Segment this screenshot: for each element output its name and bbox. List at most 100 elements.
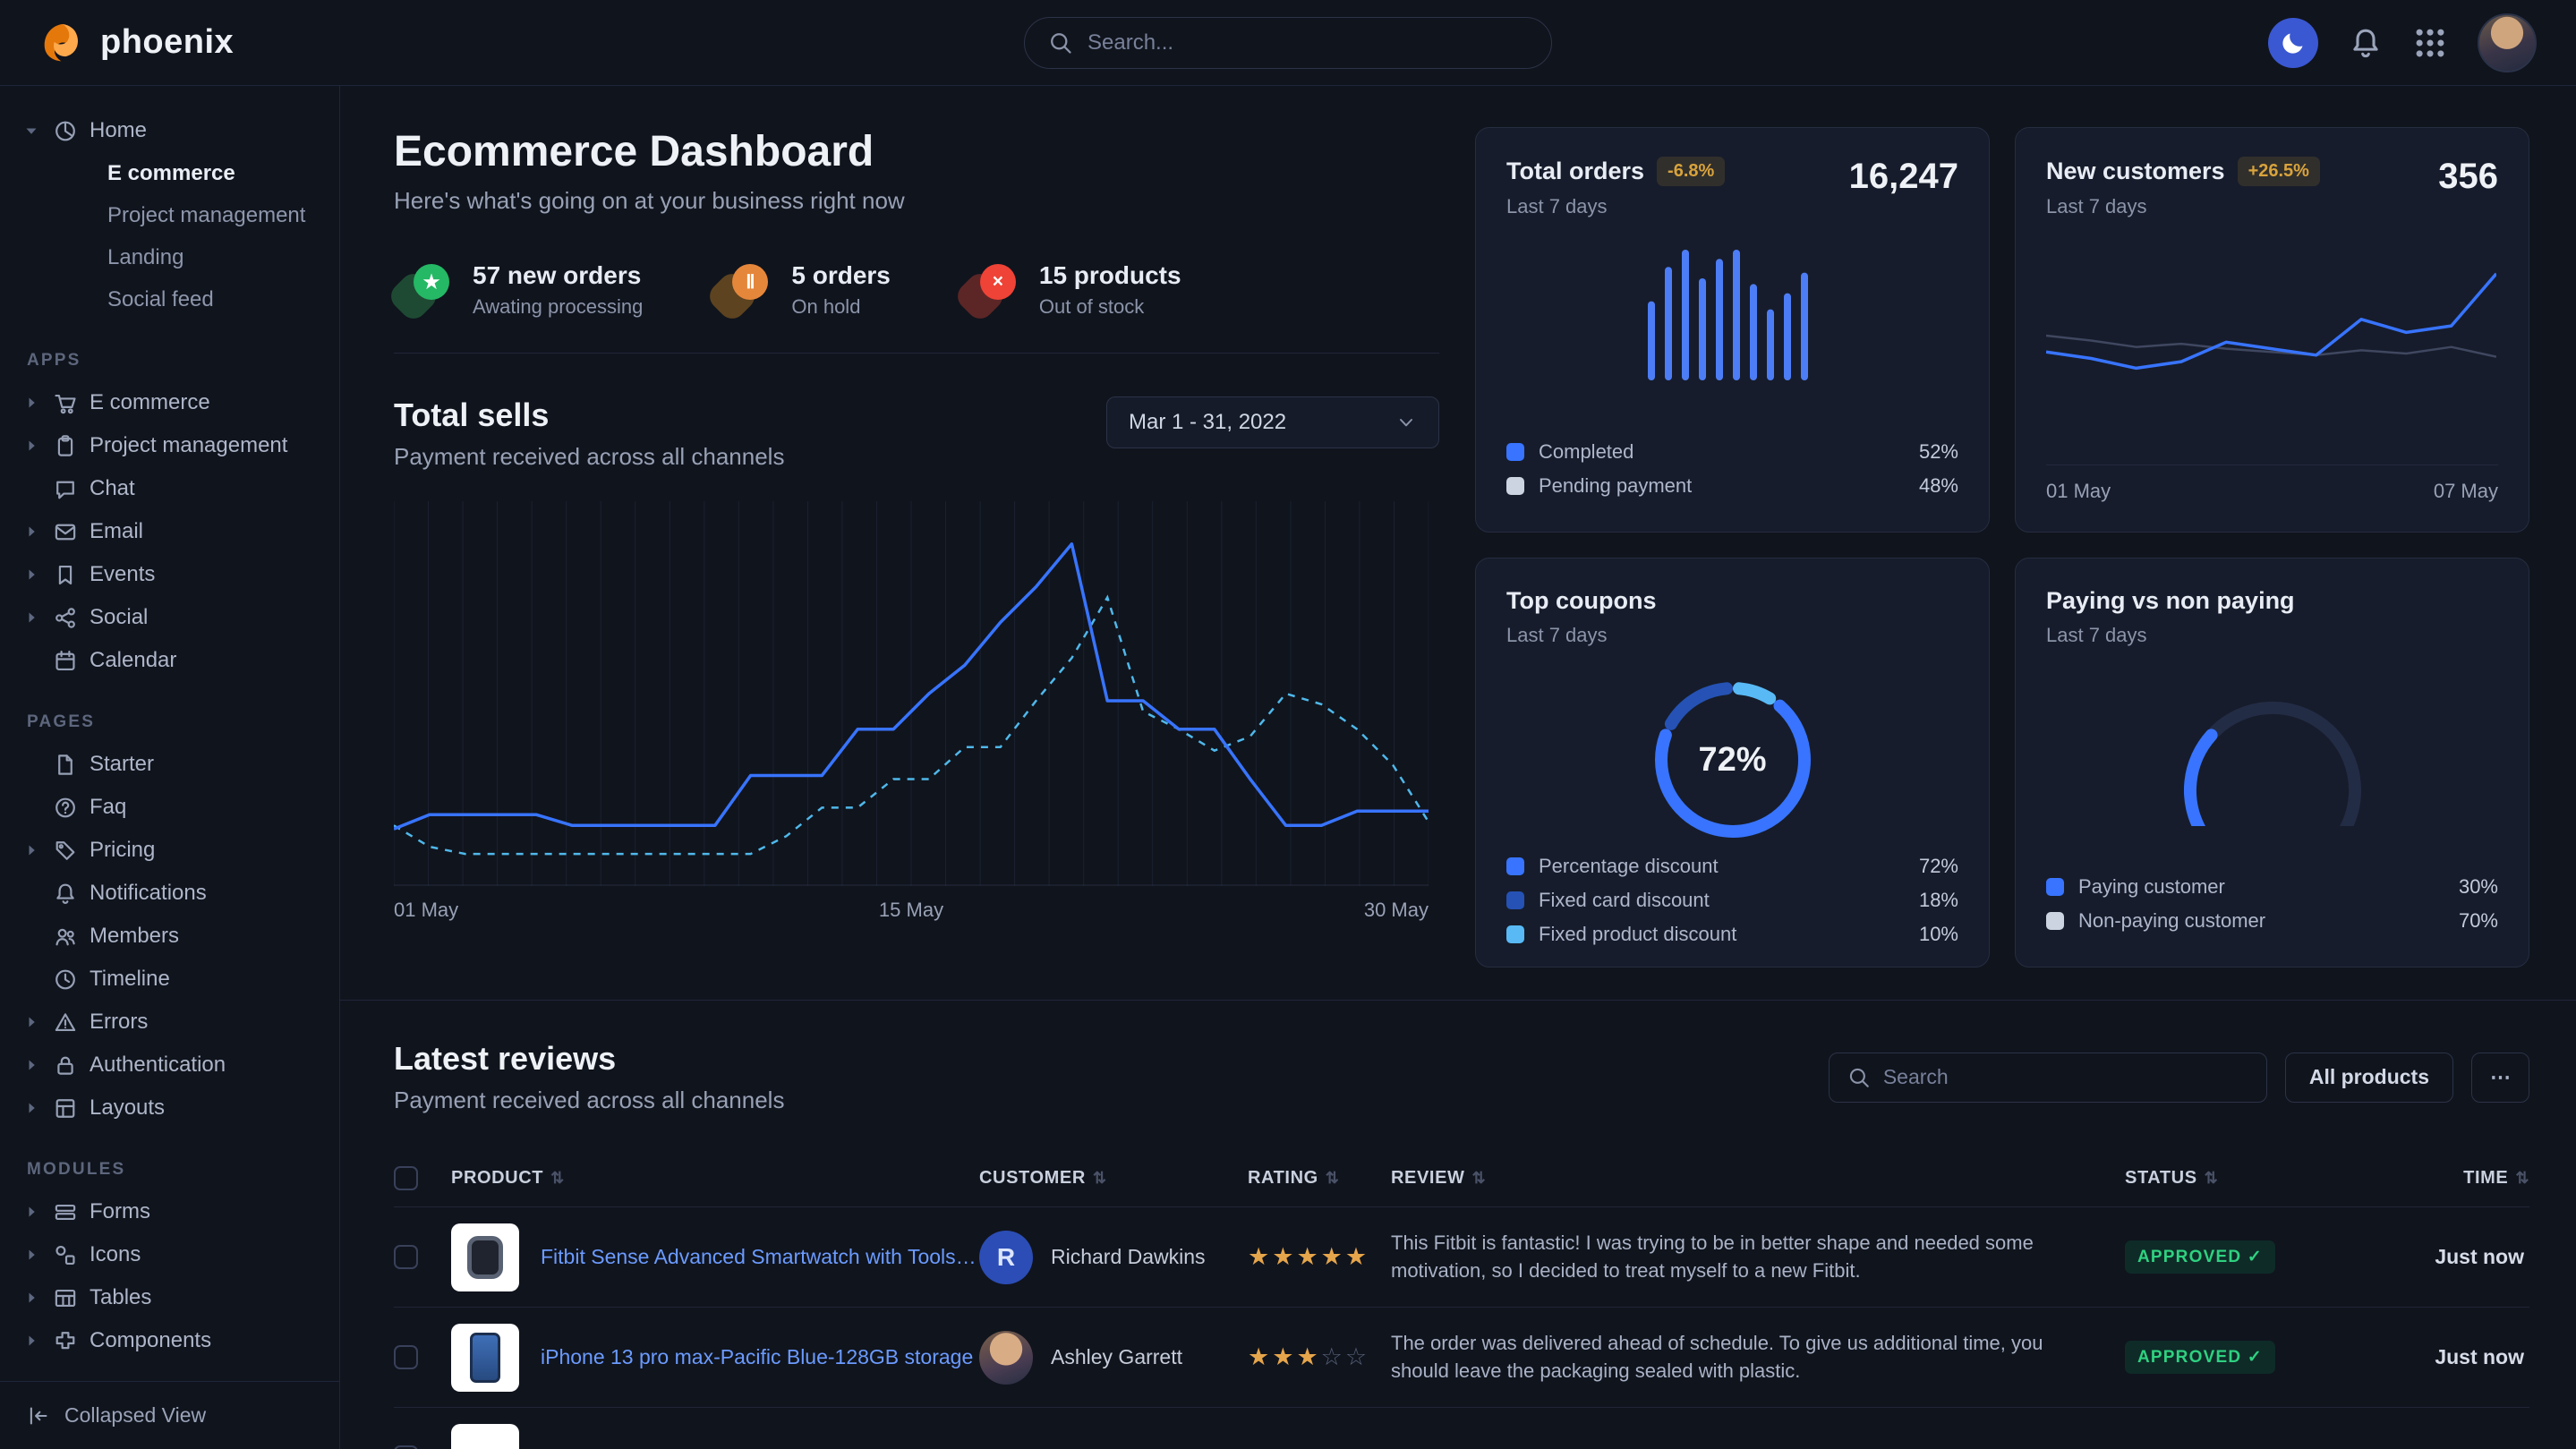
share-icon xyxy=(52,606,79,630)
total-sells-subtitle: Payment received across all channels xyxy=(394,443,784,471)
legend-value: 48% xyxy=(1919,474,1958,498)
row-checkbox[interactable] xyxy=(394,1345,418,1369)
reviews-table-body: Fitbit Sense Advanced Smartwatch with To… xyxy=(394,1207,2529,1449)
paying-vs-nonpaying-card: Paying vs non paying Last 7 days Paying … xyxy=(2015,558,2529,967)
sidebar-item-components[interactable]: Components xyxy=(21,1319,318,1362)
global-search[interactable] xyxy=(1024,17,1552,69)
reviews-title: Latest reviews xyxy=(394,1040,784,1078)
sidebar: HomeE commerceProject managementLandingS… xyxy=(0,86,340,1449)
sidebar-item-label: Email xyxy=(90,519,143,544)
on-hold-pause-icon: Ⅱ xyxy=(712,264,768,316)
review-time: Just now xyxy=(2344,1245,2529,1269)
sidebar-item-project-management[interactable]: Project management xyxy=(21,424,318,467)
chevron-down-icon xyxy=(1395,412,1417,433)
sidebar-item-timeline[interactable]: Timeline xyxy=(21,958,318,1001)
sidebar-item-authentication[interactable]: Authentication xyxy=(21,1044,318,1087)
stat-subtitle: On hold xyxy=(791,295,891,319)
sidebar-item-email[interactable]: Email xyxy=(21,510,318,553)
legend-item: Fixed card discount18% xyxy=(1506,883,1958,917)
row-checkbox[interactable] xyxy=(394,1245,418,1269)
caret-spacer xyxy=(21,755,41,773)
notifications-button[interactable] xyxy=(2349,26,2383,60)
select-all-checkbox[interactable] xyxy=(394,1166,418,1190)
sidebar-item-forms[interactable]: Forms xyxy=(21,1190,318,1233)
all-products-button[interactable]: All products xyxy=(2285,1053,2453,1103)
legend-value: 18% xyxy=(1919,889,1958,912)
out-of-stock-x-icon: × xyxy=(960,264,1016,316)
theme-toggle-button[interactable] xyxy=(2268,18,2318,68)
sidebar-subitem-project-management[interactable]: Project management xyxy=(21,194,318,236)
global-search-input[interactable] xyxy=(1088,30,1528,55)
top-coupons-card: Top coupons Last 7 days 72% Percentage d… xyxy=(1475,558,1990,967)
sidebar-item-starter[interactable]: Starter xyxy=(21,743,318,786)
sidebar-item-label: E commerce xyxy=(90,390,210,415)
sidebar-item-e-commerce[interactable]: E commerce xyxy=(21,381,318,424)
top-navbar: phoenix xyxy=(0,0,2576,86)
sidebar-item-label: Timeline xyxy=(90,967,170,992)
column-header-customer[interactable]: CUSTOMER⇅ xyxy=(979,1168,1248,1189)
date-range-select[interactable]: Mar 1 - 31, 2022 xyxy=(1106,396,1439,448)
sidebar-item-calendar[interactable]: Calendar xyxy=(21,639,318,682)
more-options-button[interactable]: ⋯ xyxy=(2471,1053,2529,1103)
stats-row: ★ 57 new orders Awating processing Ⅱ 5 o… xyxy=(394,261,1439,319)
legend-item: Completed52% xyxy=(1506,435,1958,469)
sidebar-subitem-landing[interactable]: Landing xyxy=(21,236,318,278)
product-link[interactable]: Fitbit Sense Advanced Smartwatch with To… xyxy=(541,1245,979,1269)
column-header-rating[interactable]: RATING⇅ xyxy=(1248,1168,1391,1189)
sidebar-item-errors[interactable]: Errors xyxy=(21,1001,318,1044)
sidebar-item-notifications[interactable]: Notifications xyxy=(21,872,318,915)
caret-right-icon xyxy=(21,523,41,541)
sidebar-item-social[interactable]: Social xyxy=(21,596,318,639)
paying-legend: Paying customer30%Non-paying customer70% xyxy=(2046,870,2498,938)
chat-icon xyxy=(52,477,79,501)
sidebar-subitem-e-commerce[interactable]: E commerce xyxy=(21,152,318,194)
sidebar-section-heading: PAGES xyxy=(27,712,318,732)
sidebar-item-chat[interactable]: Chat xyxy=(21,467,318,510)
sidebar-item-tables[interactable]: Tables xyxy=(21,1276,318,1319)
total-orders-card: Total orders -6.8% Last 7 days 16,247 Co… xyxy=(1475,127,1990,533)
apps-grid-button[interactable] xyxy=(2413,26,2447,60)
sort-icon: ⇅ xyxy=(2515,1169,2529,1188)
shapes-icon xyxy=(52,1243,79,1267)
column-header-product[interactable]: PRODUCT⇅ xyxy=(451,1168,979,1189)
row-checkbox[interactable] xyxy=(394,1445,418,1449)
legend-swatch xyxy=(1506,443,1524,461)
user-avatar[interactable] xyxy=(2478,13,2537,72)
caret-spacer xyxy=(21,884,41,902)
warning-icon xyxy=(52,1010,79,1035)
sidebar-item-pricing[interactable]: Pricing xyxy=(21,829,318,872)
column-header-time[interactable]: TIME⇅ xyxy=(2344,1168,2529,1189)
reviews-table: PRODUCT⇅ CUSTOMER⇅ RATING⇅ REVIEW⇅ STATU… xyxy=(394,1150,2529,1449)
column-header-status[interactable]: STATUS⇅ xyxy=(2125,1168,2344,1189)
caret-spacer xyxy=(21,652,41,669)
legend-swatch xyxy=(2046,912,2064,930)
collapsed-view-toggle[interactable]: Collapsed View xyxy=(0,1381,339,1449)
caret-right-icon xyxy=(21,394,41,412)
sidebar-item-members[interactable]: Members xyxy=(21,915,318,958)
legend-value: 72% xyxy=(1919,855,1958,878)
product-image xyxy=(451,1324,519,1392)
sidebar-item-faq[interactable]: Faq xyxy=(21,786,318,829)
sidebar-item-layouts[interactable]: Layouts xyxy=(21,1087,318,1129)
page-title: Ecommerce Dashboard xyxy=(394,127,1439,176)
total-sells-title: Total sells xyxy=(394,396,784,434)
sidebar-item-events[interactable]: Events xyxy=(21,553,318,596)
sidebar-item-home[interactable]: Home xyxy=(21,109,318,152)
legend-item: Non-paying customer70% xyxy=(2046,904,2498,938)
sidebar-item-icons[interactable]: Icons xyxy=(21,1233,318,1276)
brand-name: phoenix xyxy=(100,23,234,62)
table-row: iPhone 13 pro max-Pacific Blue-128GB sto… xyxy=(394,1308,2529,1408)
coupons-legend: Percentage discount72%Fixed card discoun… xyxy=(1506,849,1958,951)
column-header-review[interactable]: REVIEW⇅ xyxy=(1391,1168,2125,1189)
card-period: Last 7 days xyxy=(1506,195,1725,218)
customer-avatar xyxy=(979,1331,1033,1385)
sidebar-subitem-social-feed[interactable]: Social feed xyxy=(21,278,318,320)
customer-name: Ashley Garrett xyxy=(1051,1345,1182,1369)
table-row: Fitbit Sense Advanced Smartwatch with To… xyxy=(394,1207,2529,1308)
product-link[interactable]: iPhone 13 pro max-Pacific Blue-128GB sto… xyxy=(541,1345,973,1369)
reviews-search-input[interactable] xyxy=(1883,1065,2248,1089)
new-customers-value: 356 xyxy=(2438,157,2498,197)
sort-icon: ⇅ xyxy=(1472,1169,1487,1188)
brand[interactable]: phoenix xyxy=(39,20,234,66)
reviews-search[interactable] xyxy=(1829,1053,2267,1103)
